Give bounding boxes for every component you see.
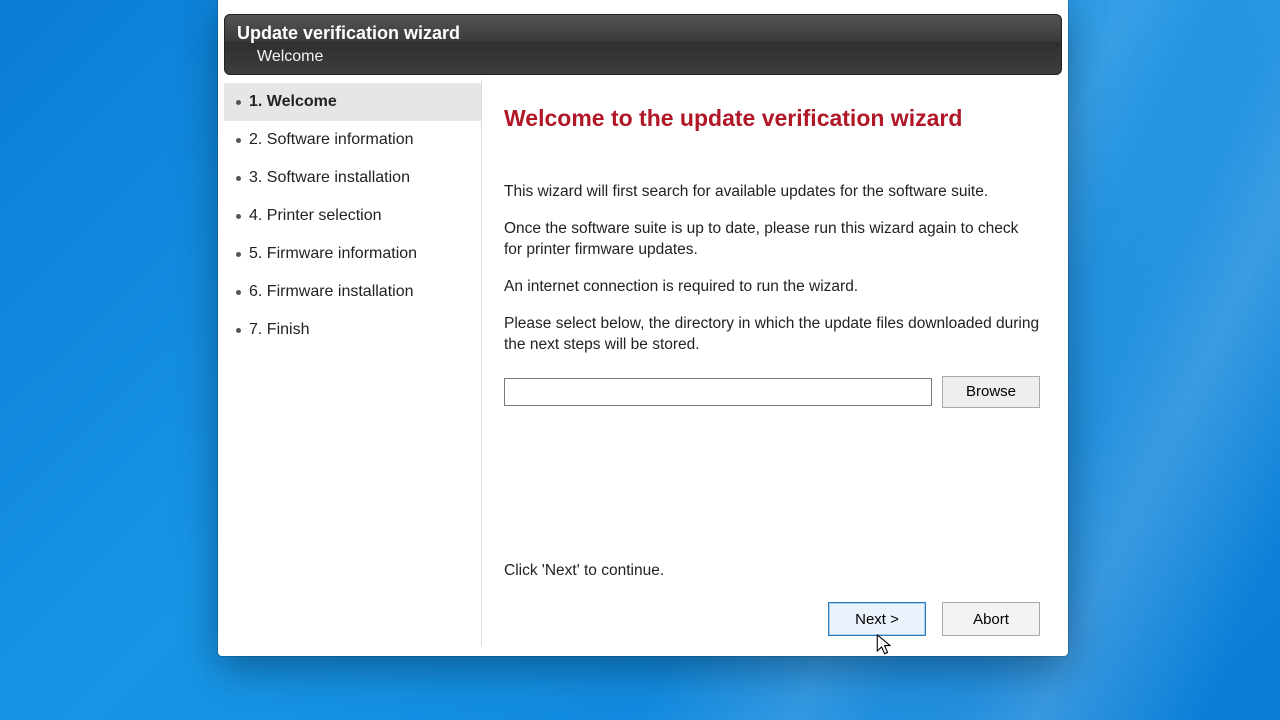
wizard-subtitle: Welcome <box>235 48 1051 66</box>
bullet-icon <box>236 176 241 181</box>
bullet-icon <box>236 214 241 219</box>
abort-button[interactable]: Abort <box>942 602 1040 636</box>
bullet-icon <box>236 252 241 257</box>
page-heading: Welcome to the update verification wizar… <box>504 105 1040 132</box>
wizard-steps-sidebar: 1. Welcome 2. Software information 3. So… <box>224 79 482 646</box>
bullet-icon <box>236 100 241 105</box>
continue-hint: Click 'Next' to continue. <box>504 561 1040 582</box>
step-6-firmware-installation[interactable]: 6. Firmware installation <box>224 273 481 311</box>
step-3-software-installation[interactable]: 3. Software installation <box>224 159 481 197</box>
step-label: 4. Printer selection <box>249 207 382 225</box>
browse-button[interactable]: Browse <box>942 376 1040 408</box>
step-7-finish[interactable]: 7. Finish <box>224 311 481 349</box>
step-label: 7. Finish <box>249 321 309 339</box>
step-label: 6. Firmware installation <box>249 283 414 301</box>
step-5-firmware-information[interactable]: 5. Firmware information <box>224 235 481 273</box>
wizard-body: 1. Welcome 2. Software information 3. So… <box>224 79 1062 646</box>
download-directory-row: Browse <box>504 376 1040 408</box>
bullet-icon <box>236 328 241 333</box>
step-label: 2. Software information <box>249 131 414 149</box>
step-2-software-information[interactable]: 2. Software information <box>224 121 481 159</box>
download-directory-input[interactable] <box>504 378 932 406</box>
intro-paragraph-3: An internet connection is required to ru… <box>504 277 1040 298</box>
bullet-icon <box>236 138 241 143</box>
step-label: 5. Firmware information <box>249 245 417 263</box>
wizard-window: Update verification wizard Welcome 1. We… <box>218 0 1068 656</box>
wizard-titlebar: Update verification wizard Welcome <box>224 14 1062 75</box>
intro-paragraph-4: Please select below, the directory in wh… <box>504 314 1040 356</box>
wizard-title: Update verification wizard <box>235 21 1051 48</box>
wizard-main-panel: Welcome to the update verification wizar… <box>482 79 1062 646</box>
step-4-printer-selection[interactable]: 4. Printer selection <box>224 197 481 235</box>
wizard-footer: Next > Abort <box>504 602 1040 636</box>
intro-paragraph-1: This wizard will first search for availa… <box>504 182 1040 203</box>
intro-paragraph-2: Once the software suite is up to date, p… <box>504 219 1040 261</box>
step-label: 1. Welcome <box>249 93 337 111</box>
bullet-icon <box>236 290 241 295</box>
step-1-welcome[interactable]: 1. Welcome <box>224 83 481 121</box>
step-label: 3. Software installation <box>249 169 410 187</box>
next-button[interactable]: Next > <box>828 602 926 636</box>
window-top-strip <box>224 6 1062 14</box>
